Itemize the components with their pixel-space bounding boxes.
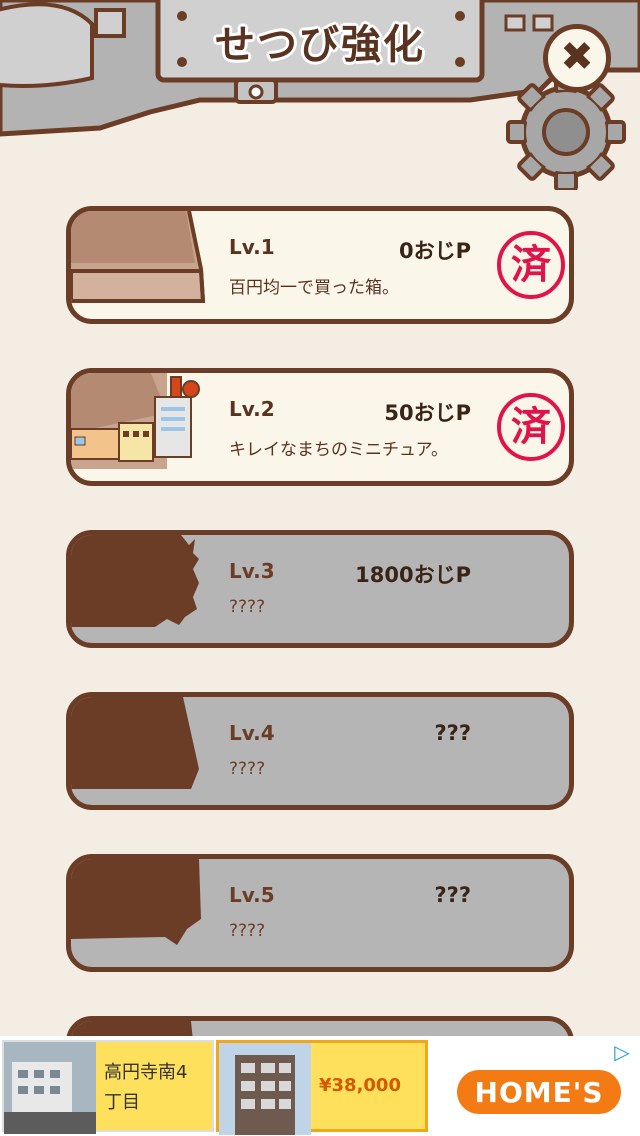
listing-photo	[219, 1043, 311, 1135]
description: キレイなまちのミニチュア。	[229, 440, 448, 460]
upgrade-card-lv3[interactable]: Lv.3 1800おじP ????	[66, 530, 574, 648]
level-label: Lv.5	[229, 883, 275, 907]
listing-address: 高円寺南4丁目	[96, 1042, 212, 1130]
locked-silhouette-icon	[71, 535, 199, 627]
close-button[interactable]: ✖	[543, 24, 611, 92]
cost-label: ???	[434, 883, 471, 907]
listing-photo	[4, 1042, 96, 1134]
ad-listing-b[interactable]: ¥38,000	[216, 1040, 428, 1135]
upgrade-card-lv2[interactable]: Lv.2 50おじP キレイなまちのミニチュア。 済	[66, 368, 574, 486]
description: ????	[229, 597, 266, 617]
miniature-town-icon	[71, 373, 200, 469]
ad-listing-a[interactable]: 高円寺南4丁目	[2, 1040, 214, 1134]
listing-price: ¥38,000	[311, 1043, 425, 1129]
ad-choices-icon[interactable]: ▷	[610, 1040, 634, 1064]
page-title: せつび強化	[215, 22, 425, 68]
close-icon: ✖	[560, 34, 594, 80]
level-label: Lv.1	[229, 235, 275, 259]
brand-logo: HOME'S	[457, 1070, 621, 1114]
level-label: Lv.2	[229, 397, 275, 421]
header: せつび強化 ✖	[0, 0, 640, 190]
locked-silhouette-icon	[71, 859, 201, 945]
gear-icon	[506, 72, 626, 190]
cost-label: 0おじP	[398, 239, 471, 263]
locked-silhouette-icon	[71, 697, 199, 789]
upgrade-card-lv1[interactable]: Lv.1 0おじP 百円均一で買った箱。 済	[66, 206, 574, 324]
purchased-stamp: 済	[497, 231, 565, 299]
purchased-stamp: 済	[497, 393, 565, 461]
cardboard-box-icon	[71, 211, 206, 303]
level-label: Lv.3	[229, 559, 275, 583]
cost-label: 50おじP	[384, 401, 471, 425]
upgrade-card-lv4[interactable]: Lv.4 ??? ????	[66, 692, 574, 810]
description: 百円均一で買った箱。	[229, 278, 399, 298]
description: ????	[229, 759, 266, 779]
ad-banner: 高円寺南4丁目 ¥38,000 HOME'S ▷	[0, 1036, 640, 1136]
title-plate: せつび強化	[160, 0, 480, 82]
ad-homes-logo[interactable]: HOME'S ▷	[432, 1036, 640, 1136]
cost-label: 1800おじP	[355, 563, 471, 587]
description: ????	[229, 921, 266, 941]
level-label: Lv.4	[229, 721, 275, 745]
cost-label: ???	[434, 721, 471, 745]
upgrade-card-lv5[interactable]: Lv.5 ??? ????	[66, 854, 574, 972]
